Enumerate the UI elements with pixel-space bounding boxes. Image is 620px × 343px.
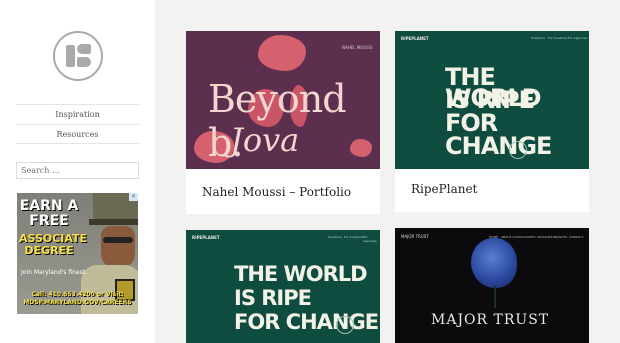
sidebar: Inspiration Resources EARN A FREE ASSOCI…	[0, 0, 155, 343]
post-card[interactable]: RIPEPLANET Solutions For investors For A…	[186, 230, 380, 343]
ad-trooper-sunglasses	[103, 237, 133, 243]
nav-item-inspiration[interactable]: Inspiration	[16, 104, 139, 124]
post-thumbnail[interactable]: MAJOR TRUST HOME ABOUT US PHILOSOPHY ADV…	[395, 228, 589, 343]
post-title[interactable]: Nahel Moussi – Portfolio	[202, 185, 351, 199]
thumb-nav-item: Solutions	[328, 235, 342, 239]
thumb-headline-line: IS RIPE	[445, 86, 535, 114]
nav-item-resources[interactable]: Resources	[16, 124, 139, 144]
thumb-circle-icon	[336, 316, 354, 334]
thumb-blob-shape	[258, 35, 306, 71]
ad-contact: Call: 410.653.4200 or Visit: MDSP.MARYLA…	[23, 291, 132, 306]
logo-mark-top	[77, 44, 91, 54]
thumb-logo-text: MAJOR TRUST	[401, 234, 429, 239]
thumb-nav-item: INSIGHTS	[553, 235, 568, 239]
post-thumbnail[interactable]: RIPEPLANET Solutions For investors For A…	[186, 230, 380, 343]
search-input[interactable]	[16, 162, 139, 179]
thumb-nav-item: For investors	[344, 235, 364, 239]
thumb-nav-item: For Agencies	[363, 235, 377, 243]
thumb-headline-line: CHANGE	[445, 132, 552, 160]
thumb-rose-image	[471, 238, 517, 288]
ad-trooper-hat-brim	[89, 219, 138, 225]
post-card[interactable]: NAHEL MOUSSI Beyond b. Jova Nahel Moussi…	[186, 31, 380, 214]
thumb-nav-item: Solutions	[531, 36, 545, 40]
post-thumbnail[interactable]: RIPEPLANET Solutions For investors For A…	[395, 31, 589, 169]
ad-tagline: Join Maryland's finest.	[21, 269, 87, 276]
thumb-logo-text: RIPEPLANET	[192, 235, 220, 240]
logo-mark-bottom	[77, 57, 91, 67]
thumb-nav-item: For Agencies	[568, 36, 588, 40]
thumb-headline-line: FOR	[445, 109, 498, 137]
post-thumbnail[interactable]: NAHEL MOUSSI Beyond b. Jova	[186, 31, 380, 169]
ad-headline: EARN A FREE	[19, 198, 79, 229]
thumb-headline: MAJOR TRUST	[431, 312, 550, 328]
thumb-nav-item: CONTACT	[569, 235, 584, 239]
ad-subheadline: ASSOCIATE DEGREE	[19, 232, 88, 257]
thumb-nav-item: ABOUT US	[501, 235, 517, 239]
post-card[interactable]: MAJOR TRUST HOME ABOUT US PHILOSOPHY ADV…	[395, 228, 589, 343]
site-logo[interactable]	[53, 31, 103, 81]
thumb-nav-item: PHILOSOPHY	[517, 235, 537, 239]
thumb-header-text: NAHEL MOUSSI	[342, 45, 373, 50]
ad-trooper-face	[101, 226, 135, 268]
post-card[interactable]: RIPEPLANET Solutions For investors For A…	[395, 31, 589, 212]
thumb-circle-icon	[509, 141, 527, 159]
logo-mark-bar	[66, 45, 75, 67]
ad-banner[interactable]: EARN A FREE ASSOCIATE DEGREE Join Maryla…	[17, 193, 138, 314]
thumb-logo-text: RIPEPLANET	[401, 36, 429, 41]
sidebar-nav: Inspiration Resources	[16, 104, 139, 144]
thumb-headline-line: THE WORLD	[234, 262, 368, 286]
post-title[interactable]: RipePlanet	[411, 182, 477, 196]
thumb-nav-item: ADVISORS	[537, 235, 553, 239]
thumb-rose-stem	[494, 286, 496, 308]
thumb-headline-line: IS RIPE	[234, 286, 312, 310]
thumb-nav-item: For investors	[548, 36, 568, 40]
thumb-headline-line: FOR CHANGE	[234, 310, 379, 334]
ad-close-icon[interactable]: ✕	[129, 193, 138, 201]
thumb-subheadline: Jova	[230, 121, 300, 159]
